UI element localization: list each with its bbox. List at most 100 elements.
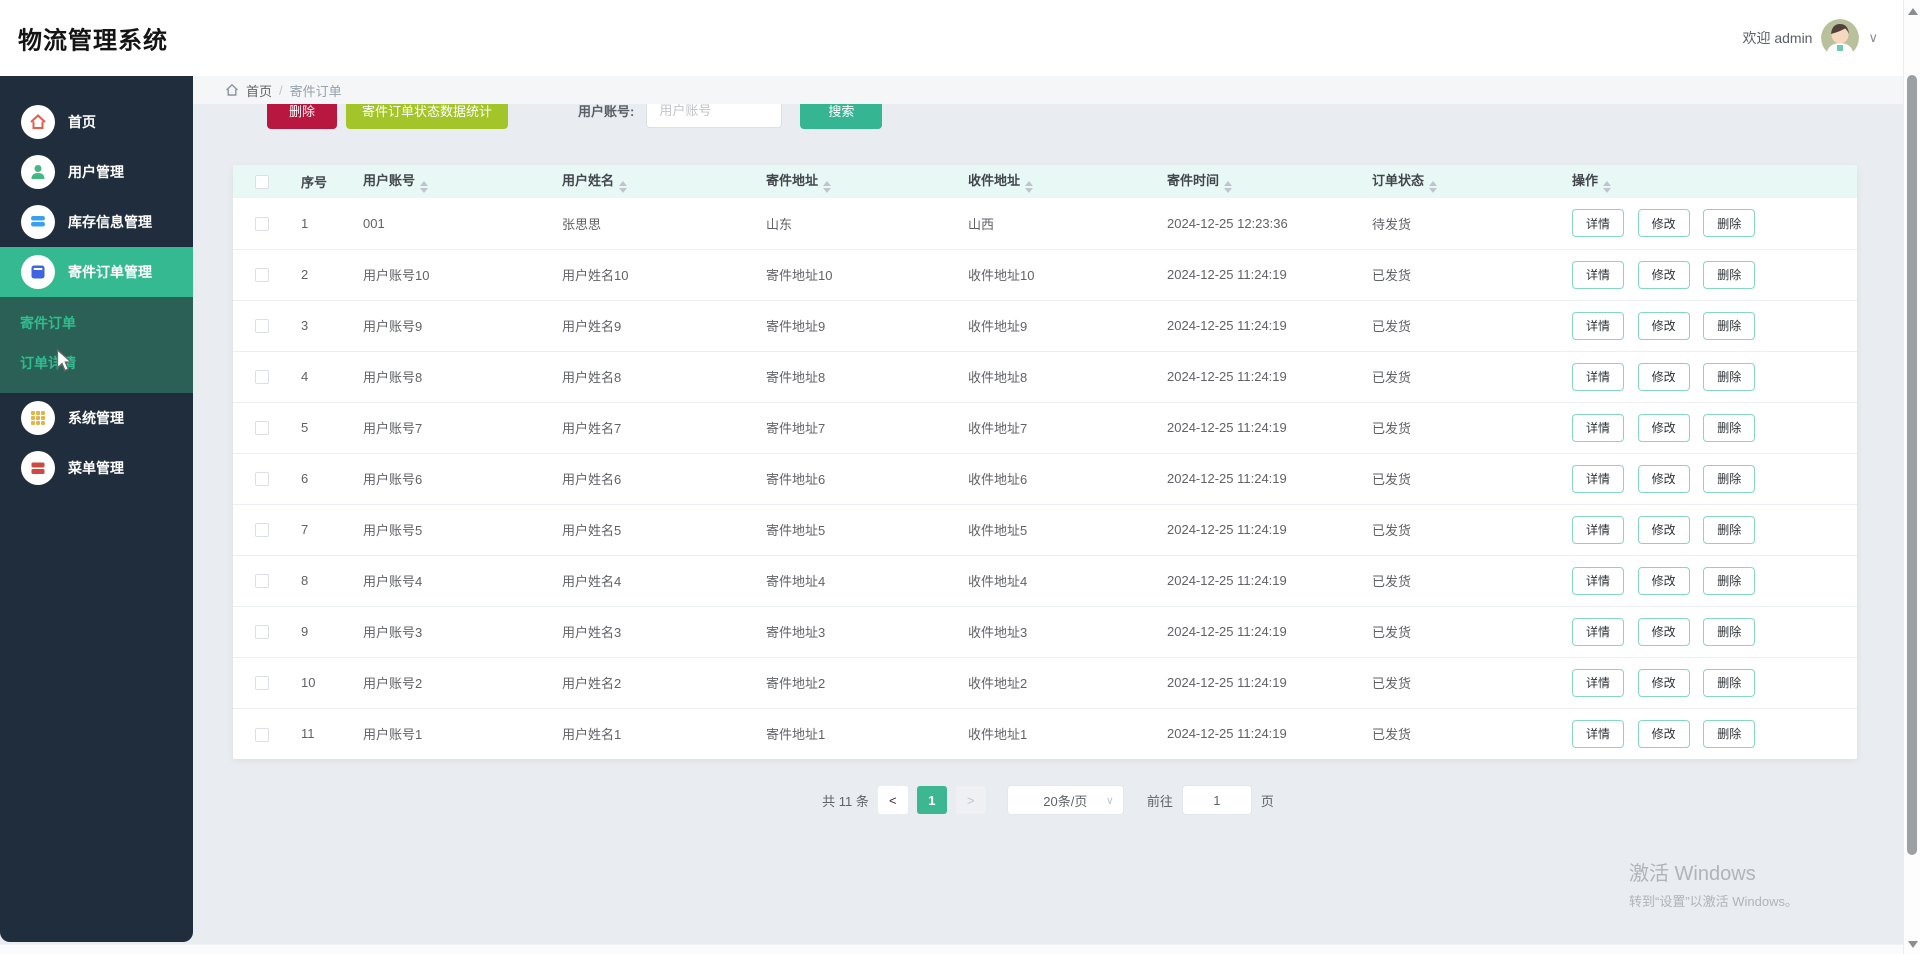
sidebar-submenu: 寄件订单 订单详情 bbox=[0, 297, 193, 393]
sort-caret[interactable] bbox=[1429, 181, 1437, 193]
cell-send-addr: 寄件地址5 bbox=[756, 504, 958, 555]
sidebar-item-menu[interactable]: 菜单管理 bbox=[0, 443, 193, 493]
detail-button[interactable]: 详情 bbox=[1572, 363, 1624, 391]
delete-row-button[interactable]: 删除 bbox=[1703, 414, 1755, 442]
sidebar-item-orders[interactable]: 寄件订单管理 bbox=[0, 247, 193, 297]
cell-name: 用户姓名9 bbox=[552, 300, 756, 351]
vertical-scrollbar[interactable] bbox=[1903, 0, 1920, 954]
sidebar-item-system[interactable]: 系统管理 bbox=[0, 393, 193, 443]
cell-time: 2024-12-25 11:24:19 bbox=[1157, 708, 1362, 759]
delete-row-button[interactable]: 删除 bbox=[1703, 363, 1755, 391]
sort-caret[interactable] bbox=[619, 181, 627, 193]
page-size-select[interactable]: 20条/页 ∨ bbox=[1007, 785, 1124, 815]
breadcrumb: 首页 / 寄件订单 bbox=[193, 76, 1903, 104]
horizontal-scrollbar[interactable] bbox=[0, 944, 1903, 954]
sidebar-item-inventory[interactable]: 库存信息管理 bbox=[0, 197, 193, 247]
page-size-value: 20条/页 bbox=[1043, 791, 1087, 810]
cell-account: 001 bbox=[353, 198, 552, 249]
row-checkbox[interactable] bbox=[255, 676, 269, 690]
sort-caret[interactable] bbox=[1025, 181, 1033, 193]
row-checkbox[interactable] bbox=[255, 268, 269, 282]
cell-recv-addr: 山西 bbox=[958, 198, 1157, 249]
edit-button[interactable]: 修改 bbox=[1638, 465, 1690, 493]
row-checkbox[interactable] bbox=[255, 370, 269, 384]
search-button[interactable]: 搜索 bbox=[800, 104, 882, 129]
delete-button[interactable]: 删除 bbox=[267, 104, 337, 129]
sidebar-item-users[interactable]: 用户管理 bbox=[0, 147, 193, 197]
cell-time: 2024-12-25 11:24:19 bbox=[1157, 657, 1362, 708]
delete-row-button[interactable]: 删除 bbox=[1703, 209, 1755, 237]
detail-button[interactable]: 详情 bbox=[1572, 209, 1624, 237]
sort-caret[interactable] bbox=[420, 181, 428, 193]
main-content: 删除 寄件订单状态数据统计 用户账号: 搜索 序号 用户账号 用户姓名 寄件地址… bbox=[193, 104, 1903, 945]
detail-button[interactable]: 详情 bbox=[1572, 516, 1624, 544]
order-table: 序号 用户账号 用户姓名 寄件地址 收件地址 寄件时间 订单状态 操作 1 00… bbox=[233, 165, 1857, 759]
select-all-checkbox[interactable] bbox=[255, 175, 269, 189]
row-checkbox[interactable] bbox=[255, 472, 269, 486]
sort-caret[interactable] bbox=[1603, 181, 1611, 193]
delete-row-button[interactable]: 删除 bbox=[1703, 516, 1755, 544]
next-page-button[interactable]: > bbox=[956, 786, 986, 814]
submenu-item-order-list[interactable]: 寄件订单 bbox=[0, 303, 193, 343]
prev-page-button[interactable]: < bbox=[878, 786, 908, 814]
row-checkbox[interactable] bbox=[255, 217, 269, 231]
scroll-up-arrow-icon[interactable] bbox=[1908, 8, 1918, 15]
edit-button[interactable]: 修改 bbox=[1638, 363, 1690, 391]
edit-button[interactable]: 修改 bbox=[1638, 516, 1690, 544]
row-checkbox[interactable] bbox=[255, 574, 269, 588]
delete-row-button[interactable]: 删除 bbox=[1703, 312, 1755, 340]
cell-recv-addr: 收件地址1 bbox=[958, 708, 1157, 759]
sort-caret[interactable] bbox=[1224, 181, 1232, 193]
edit-button[interactable]: 修改 bbox=[1638, 261, 1690, 289]
delete-row-button[interactable]: 删除 bbox=[1703, 465, 1755, 493]
sidebar-item-label: 系统管理 bbox=[68, 408, 124, 428]
edit-button[interactable]: 修改 bbox=[1638, 720, 1690, 748]
sort-caret[interactable] bbox=[823, 181, 831, 193]
submenu-item-order-detail[interactable]: 订单详情 bbox=[0, 343, 193, 383]
detail-button[interactable]: 详情 bbox=[1572, 465, 1624, 493]
edit-button[interactable]: 修改 bbox=[1638, 669, 1690, 697]
page-button-1[interactable]: 1 bbox=[917, 786, 947, 814]
account-filter-input[interactable] bbox=[646, 104, 782, 128]
delete-row-button[interactable]: 删除 bbox=[1703, 720, 1755, 748]
edit-button[interactable]: 修改 bbox=[1638, 209, 1690, 237]
delete-row-button[interactable]: 删除 bbox=[1703, 618, 1755, 646]
breadcrumb-home[interactable]: 首页 bbox=[246, 81, 272, 100]
row-checkbox[interactable] bbox=[255, 523, 269, 537]
avatar[interactable] bbox=[1821, 19, 1859, 57]
goto-page-input[interactable] bbox=[1182, 785, 1252, 815]
detail-button[interactable]: 详情 bbox=[1572, 567, 1624, 595]
cell-send-addr: 寄件地址3 bbox=[756, 606, 958, 657]
cell-recv-addr: 收件地址5 bbox=[958, 504, 1157, 555]
cell-name: 用户姓名5 bbox=[552, 504, 756, 555]
delete-row-button[interactable]: 删除 bbox=[1703, 669, 1755, 697]
edit-button[interactable]: 修改 bbox=[1638, 567, 1690, 595]
row-checkbox[interactable] bbox=[255, 728, 269, 742]
toolbar: 删除 寄件订单状态数据统计 用户账号: 搜索 bbox=[267, 104, 1903, 129]
detail-button[interactable]: 详情 bbox=[1572, 669, 1624, 697]
cell-status: 已发货 bbox=[1362, 555, 1562, 606]
scroll-down-arrow-icon[interactable] bbox=[1908, 941, 1918, 948]
delete-row-button[interactable]: 删除 bbox=[1703, 567, 1755, 595]
edit-button[interactable]: 修改 bbox=[1638, 414, 1690, 442]
sidebar-item-home[interactable]: 首页 bbox=[0, 97, 193, 147]
delete-row-button[interactable]: 删除 bbox=[1703, 261, 1755, 289]
detail-button[interactable]: 详情 bbox=[1572, 720, 1624, 748]
detail-button[interactable]: 详情 bbox=[1572, 414, 1624, 442]
edit-button[interactable]: 修改 bbox=[1638, 618, 1690, 646]
user-menu[interactable]: 欢迎 admin ∨ bbox=[1742, 19, 1878, 57]
vertical-scrollbar-thumb[interactable] bbox=[1907, 75, 1917, 855]
detail-button[interactable]: 详情 bbox=[1572, 261, 1624, 289]
row-checkbox[interactable] bbox=[255, 625, 269, 639]
edit-button[interactable]: 修改 bbox=[1638, 312, 1690, 340]
row-checkbox[interactable] bbox=[255, 421, 269, 435]
column-header-account: 用户账号 bbox=[353, 165, 552, 198]
detail-button[interactable]: 详情 bbox=[1572, 312, 1624, 340]
stats-button[interactable]: 寄件订单状态数据统计 bbox=[346, 104, 508, 129]
breadcrumb-separator: / bbox=[279, 83, 283, 98]
row-checkbox[interactable] bbox=[255, 319, 269, 333]
cell-index: 7 bbox=[291, 504, 353, 555]
detail-button[interactable]: 详情 bbox=[1572, 618, 1624, 646]
sidebar-item-label: 首页 bbox=[68, 112, 96, 132]
cell-account: 用户账号6 bbox=[353, 453, 552, 504]
